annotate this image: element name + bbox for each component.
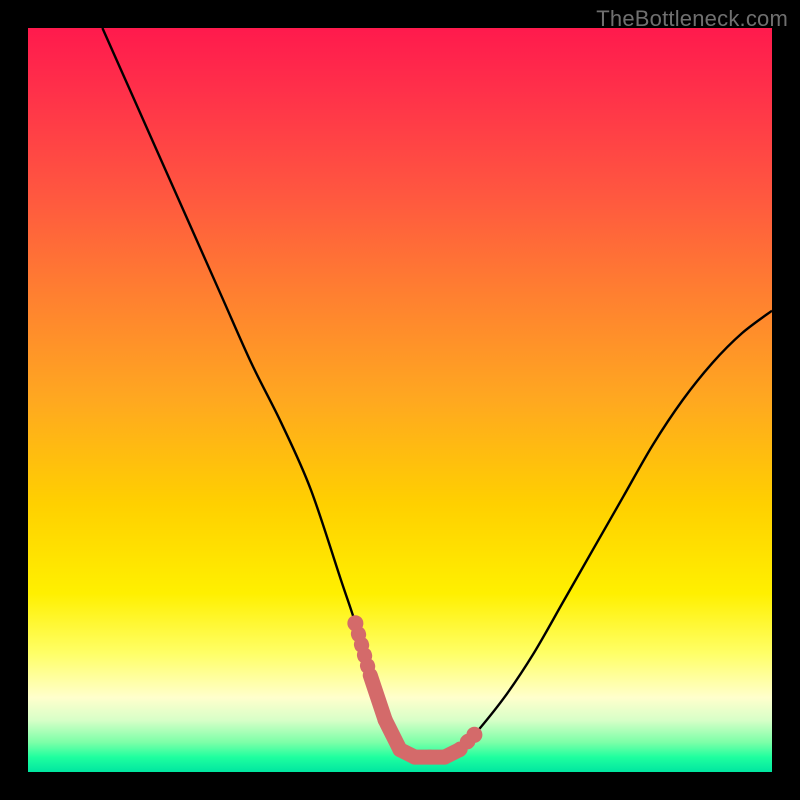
bottleneck-curve [102,28,772,758]
marker-dot [347,615,363,631]
chart-frame: TheBottleneck.com [0,0,800,800]
marker-segment [355,623,370,675]
curve-layer [28,28,772,772]
watermark-text: TheBottleneck.com [596,6,788,32]
marker-dot [466,727,482,743]
plot-area [28,28,772,772]
marker-group [347,615,482,757]
